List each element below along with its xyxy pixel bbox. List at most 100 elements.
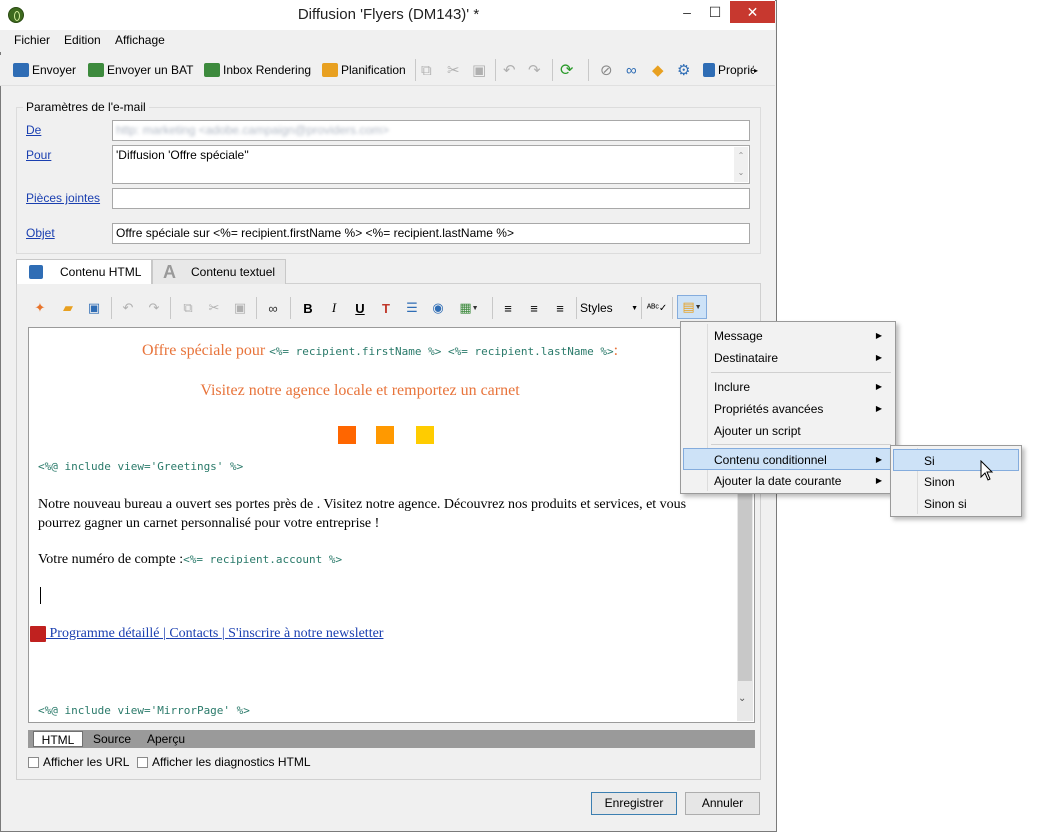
- styles-label: Styles: [580, 301, 613, 315]
- attachments-field[interactable]: [112, 188, 750, 209]
- underline-button[interactable]: U: [350, 296, 370, 320]
- show-diagnostics-checkbox[interactable]: [137, 757, 148, 768]
- calendar-icon: [322, 63, 338, 77]
- show-urls-label: Afficher les URL: [43, 755, 130, 769]
- menu-fichier[interactable]: Fichier: [14, 33, 50, 47]
- tab-html-content[interactable]: Contenu HTML: [16, 259, 152, 284]
- send-bat-button[interactable]: Envoyer un BAT: [88, 61, 193, 79]
- settings-icon[interactable]: ⚙: [677, 61, 690, 79]
- link-newsletter[interactable]: S'inscrire à notre newsletter: [228, 626, 383, 641]
- menu-item-include[interactable]: Inclure ▶: [684, 376, 892, 398]
- view-tab-html[interactable]: HTML: [33, 731, 83, 747]
- cancel-button[interactable]: Annuler: [685, 792, 760, 815]
- menu-item-message[interactable]: Message ▶: [684, 325, 892, 347]
- link-icon[interactable]: ∞: [626, 61, 637, 79]
- paste-icon[interactable]: ▣: [472, 61, 486, 79]
- menu-item-advanced[interactable]: Propriétés avancées ▶: [684, 398, 892, 420]
- redo-icon[interactable]: ↷: [144, 296, 164, 320]
- maximize-button[interactable]: ☐: [701, 0, 729, 24]
- envelope-check-icon: [204, 63, 220, 77]
- to-link[interactable]: Pour: [26, 148, 51, 162]
- menu-edition[interactable]: Edition: [64, 33, 101, 47]
- save-disk-icon[interactable]: ▣: [84, 296, 104, 320]
- headline: Offre spéciale pour <%= recipient.firstN…: [30, 342, 730, 360]
- show-diagnostics-label: Afficher les diagnostics HTML: [152, 755, 311, 769]
- insert-image-icon[interactable]: ▦ ▼: [454, 296, 484, 320]
- orange-square-1: [338, 426, 356, 444]
- properties-label: Propriétés: [718, 63, 754, 77]
- chevron-right-icon: ▶: [875, 331, 882, 340]
- align-right-icon[interactable]: ≡: [550, 296, 570, 320]
- undo-icon[interactable]: ↶: [118, 296, 138, 320]
- link-contacts[interactable]: Contacts: [169, 626, 222, 641]
- close-button[interactable]: ✕: [730, 1, 775, 23]
- account-line: Votre numéro de compte :<%= recipient.ac…: [38, 552, 342, 568]
- toolbar-separator: [672, 297, 673, 319]
- link-programme[interactable]: Programme détaillé: [46, 626, 163, 641]
- body-paragraph: Notre nouveau bureau a ouvert ses portes…: [38, 497, 687, 531]
- gift-icon[interactable]: ◆: [652, 61, 664, 79]
- show-urls-checkbox[interactable]: [28, 757, 39, 768]
- email-params-title: Paramètres de l'e-mail: [23, 100, 149, 114]
- view-tab-preview[interactable]: Aperçu: [147, 731, 185, 747]
- refresh-icon[interactable]: ⟳: [560, 61, 573, 79]
- text-cursor: [40, 587, 41, 604]
- cut-icon[interactable]: ✂: [204, 296, 224, 320]
- scroll-down-icon[interactable]: ⌄: [738, 693, 746, 704]
- folder-open-icon[interactable]: ▰: [58, 296, 78, 320]
- subject-link[interactable]: Objet: [26, 226, 55, 240]
- envelope-check-icon: [88, 63, 104, 77]
- personalization-context-menu: Message ▶ Destinataire ▶ Inclure ▶ Propr…: [680, 321, 896, 494]
- send-button[interactable]: Envoyer: [13, 61, 76, 79]
- styles-dropdown[interactable]: Styles ▼: [580, 296, 638, 320]
- properties-button[interactable]: Propriétés ▸: [703, 61, 758, 79]
- minimize-button[interactable]: –: [673, 0, 701, 24]
- text-color-icon[interactable]: T: [376, 296, 396, 320]
- from-field[interactable]: http: marketing <adobe.campaign@provider…: [112, 120, 750, 141]
- menu-affichage[interactable]: Affichage: [115, 33, 165, 47]
- from-link[interactable]: De: [26, 123, 41, 137]
- submenu-item-if[interactable]: Si: [893, 449, 1019, 471]
- paste-icon[interactable]: ▣: [230, 296, 250, 320]
- view-tab-source[interactable]: Source: [93, 731, 131, 747]
- personalization-dropdown-button[interactable]: ▤ ▼: [677, 295, 707, 319]
- bold-button[interactable]: B: [298, 296, 318, 320]
- planning-label: Planification: [341, 63, 406, 77]
- menu-item-add-script[interactable]: Ajouter un script: [684, 420, 892, 442]
- copy-icon[interactable]: ⧉: [178, 296, 198, 320]
- to-field[interactable]: 'Diffusion 'Offre spéciale'': [112, 145, 750, 184]
- bullet-list-icon[interactable]: ☰: [402, 296, 422, 320]
- find-binoculars-icon[interactable]: ∞: [262, 296, 284, 320]
- pdf-icon: [30, 626, 46, 642]
- align-left-icon[interactable]: ≡: [498, 296, 518, 320]
- menu-item-add-date[interactable]: Ajouter la date courante ▶: [684, 470, 892, 492]
- subject-field[interactable]: Offre spéciale sur <%= recipient.firstNa…: [112, 223, 750, 244]
- menu-item-recipient[interactable]: Destinataire ▶: [684, 347, 892, 369]
- new-document-icon[interactable]: ✦: [30, 296, 50, 320]
- submenu-item-elseif[interactable]: Sinon si: [894, 493, 1018, 515]
- planning-button[interactable]: Planification: [322, 61, 406, 79]
- headline-end: :: [613, 342, 619, 359]
- undo-icon[interactable]: ↶: [503, 61, 516, 79]
- cut-icon[interactable]: ✂: [447, 61, 460, 79]
- to-field-scrollbar[interactable]: ⌃ ⌄: [734, 147, 748, 182]
- conditional-submenu: Si Sinon Sinon si: [890, 445, 1022, 517]
- inbox-rendering-button[interactable]: Inbox Rendering: [204, 61, 311, 79]
- submenu-item-else[interactable]: Sinon: [894, 471, 1018, 493]
- copy-icon[interactable]: ⧉: [421, 61, 432, 79]
- html-file-icon: [29, 265, 43, 279]
- redo-icon[interactable]: ↷: [528, 61, 541, 79]
- italic-button[interactable]: I: [324, 296, 344, 320]
- menu-item-conditional[interactable]: Contenu conditionnel ▶: [683, 448, 893, 470]
- globe-link-icon[interactable]: ◉: [428, 296, 448, 320]
- align-center-icon[interactable]: ≡: [524, 296, 544, 320]
- toolbar-separator: [492, 297, 493, 319]
- attachments-link[interactable]: Pièces jointes: [26, 191, 100, 205]
- to-value: 'Diffusion 'Offre spéciale'': [116, 148, 249, 162]
- spellcheck-icon[interactable]: ᴬᴮᶜ✓: [646, 296, 668, 320]
- save-button[interactable]: Enregistrer: [591, 792, 677, 815]
- toolbar-separator: [641, 297, 642, 319]
- menu-item-add-date-label: Ajouter la date courante: [714, 474, 842, 488]
- attachment-icon[interactable]: ⊘: [600, 61, 613, 79]
- tab-text-content[interactable]: A Contenu textuel: [152, 259, 286, 284]
